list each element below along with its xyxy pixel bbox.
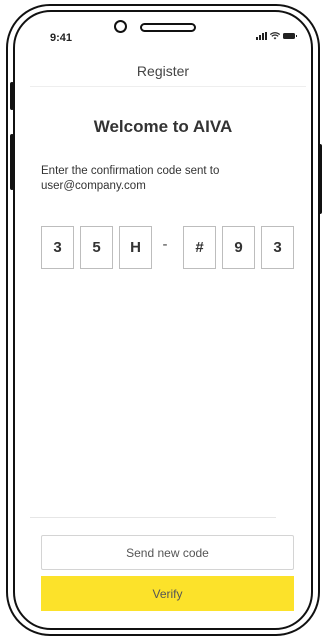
code-digit-2[interactable]: 5 bbox=[80, 226, 113, 269]
code-digit-3[interactable]: H bbox=[119, 226, 152, 269]
welcome-heading: Welcome to AIVA bbox=[93, 117, 233, 136]
camera-icon bbox=[114, 20, 127, 33]
send-new-code-button[interactable]: Send new code bbox=[41, 535, 294, 570]
header-divider bbox=[30, 86, 306, 87]
code-digit-5[interactable]: 9 bbox=[222, 226, 255, 269]
power-button bbox=[318, 144, 322, 214]
page-title: Register bbox=[136, 63, 190, 79]
verify-button[interactable]: Verify bbox=[41, 576, 294, 611]
signal-icon bbox=[256, 32, 267, 40]
code-digit-4[interactable]: # bbox=[183, 226, 216, 269]
instruction-text: Enter the confirmation code sent to user… bbox=[41, 165, 220, 192]
speaker-icon bbox=[140, 23, 196, 32]
footer-divider bbox=[30, 517, 276, 518]
code-digit-6[interactable]: 3 bbox=[261, 226, 294, 269]
wifi-icon bbox=[270, 32, 280, 40]
status-time: 9:41 bbox=[50, 32, 73, 44]
battery-icon bbox=[283, 33, 297, 39]
code-separator: - bbox=[162, 236, 168, 253]
code-digit-1[interactable]: 3 bbox=[41, 226, 74, 269]
status-icons bbox=[256, 32, 297, 40]
